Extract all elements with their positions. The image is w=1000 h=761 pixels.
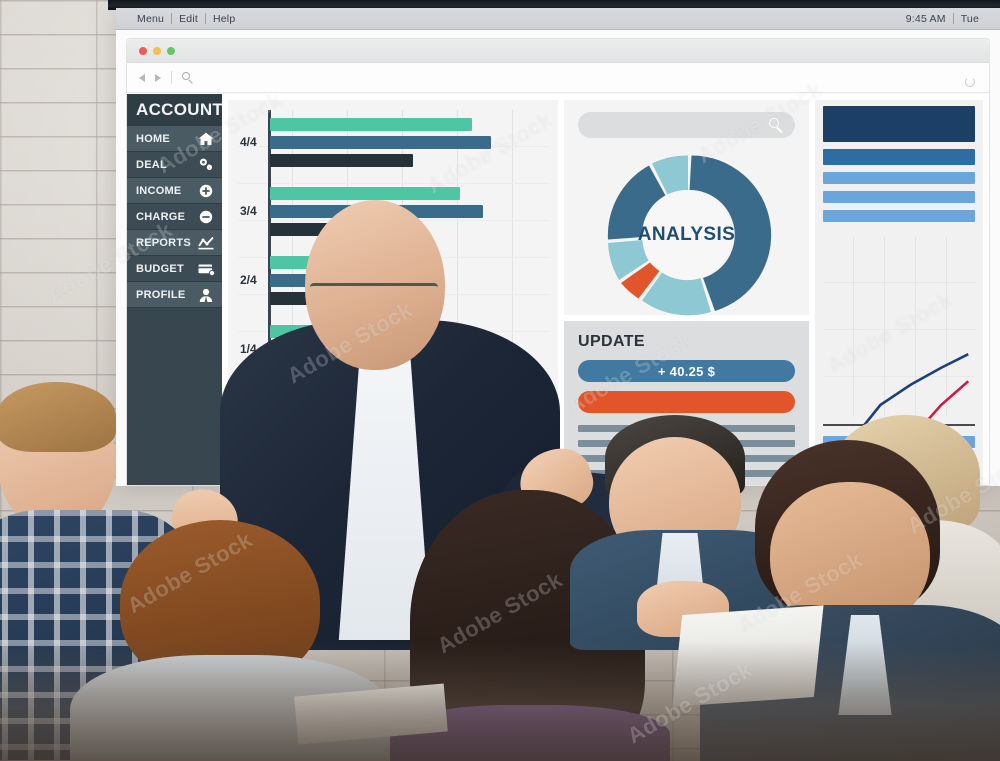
panel-bar-secondary (823, 210, 975, 222)
bar-steel (270, 136, 492, 149)
accounting-app: ACCOUNTING HOME DEAL INCOME CHARGE REPOR… (126, 94, 990, 486)
horizontal-bar-chart: 4/4 3/4 2/4 1/4 (238, 110, 550, 479)
bar-teal (270, 325, 343, 338)
reload-icon[interactable] (965, 77, 975, 87)
screenshot-root: Menu Edit Help 9:45 AM Tue ACCOUNTING HO… (0, 0, 1000, 761)
browser-chrome (126, 38, 990, 94)
bar-navy (270, 223, 419, 236)
menu-item-edit[interactable]: Edit (172, 13, 205, 25)
bar-group: 2/4 (240, 256, 550, 305)
bar-group-label: 3/4 (240, 204, 257, 218)
clock-day: Tue (960, 12, 979, 25)
os-menu-left: Menu Edit Help (130, 13, 242, 25)
panel-bar-secondary (823, 172, 975, 184)
maximize-window-button[interactable] (167, 46, 175, 55)
minus-circle-icon (197, 209, 215, 225)
menu-item-menu[interactable]: Menu (130, 13, 171, 25)
text-placeholder-row (578, 440, 795, 447)
forward-arrow-icon[interactable] (155, 73, 161, 82)
plus-circle-icon (197, 183, 215, 199)
sidebar-item-charge[interactable]: CHARGE (127, 204, 222, 230)
panel-header-block (823, 106, 975, 142)
os-menu-bar: Menu Edit Help 9:45 AM Tue (116, 8, 1000, 30)
bar-navy (270, 154, 413, 167)
back-arrow-icon[interactable] (139, 73, 145, 82)
donut-center-label: ANALYSIS (637, 224, 736, 245)
sidebar-item-label: INCOME (136, 184, 182, 197)
update-text-placeholders (578, 425, 795, 477)
close-window-button[interactable] (139, 46, 147, 55)
dashboard-content: 4/4 3/4 2/4 1/4 ANALYSIS UPDATE + 40.25 … (222, 94, 989, 485)
panel-bar-primary (823, 149, 975, 165)
line-chart-icon (197, 235, 215, 251)
donut-chart-wrapper: ANALYSIS (564, 144, 809, 326)
browser-toolbar (127, 63, 989, 93)
menu-item-help[interactable]: Help (206, 13, 242, 25)
bar-steel (270, 205, 483, 218)
panel-bar-secondary (823, 191, 975, 203)
sidebar-item-label: PROFILE (136, 288, 186, 301)
side-panel (815, 100, 983, 485)
text-placeholder-row (578, 455, 795, 462)
bar-group-label: 2/4 (240, 273, 257, 287)
donut-chart: ANALYSIS (596, 144, 778, 326)
analysis-column: ANALYSIS UPDATE + 40.25 $ (564, 100, 809, 485)
text-placeholder-row (578, 425, 795, 432)
bar-group: 3/4 (240, 187, 550, 236)
browser-titlebar (127, 39, 989, 63)
analysis-card: ANALYSIS (564, 100, 809, 316)
sidebar-item-label: HOME (136, 132, 170, 145)
line-series-red (831, 381, 968, 485)
projected-screen: Menu Edit Help 9:45 AM Tue ACCOUNTING HO… (116, 8, 1000, 486)
line-series-blue (831, 354, 968, 485)
app-brand-title: ACCOUNTING (127, 94, 254, 126)
sidebar-item-label: BUDGET (136, 262, 184, 275)
minimize-window-button[interactable] (153, 46, 161, 55)
sidebar-item-income[interactable]: INCOME (127, 178, 222, 204)
user-icon (197, 287, 215, 303)
clock-time: 9:45 AM (905, 12, 946, 25)
os-menu-right: 9:45 AM Tue (899, 13, 986, 25)
bar-group-label: 1/4 (240, 342, 257, 356)
text-placeholder-row (578, 470, 795, 477)
credit-card-icon (197, 261, 215, 277)
bar-group-label: 4/4 (240, 135, 257, 149)
search-icon[interactable] (182, 72, 193, 83)
bar-chart-card: 4/4 3/4 2/4 1/4 (228, 100, 558, 485)
bar-navy (270, 292, 363, 305)
bar-teal (270, 118, 472, 131)
bar-teal (270, 256, 405, 269)
bar-steel (270, 274, 354, 287)
sidebar-item-profile[interactable]: PROFILE (127, 282, 222, 308)
toolbar-divider (171, 71, 172, 84)
